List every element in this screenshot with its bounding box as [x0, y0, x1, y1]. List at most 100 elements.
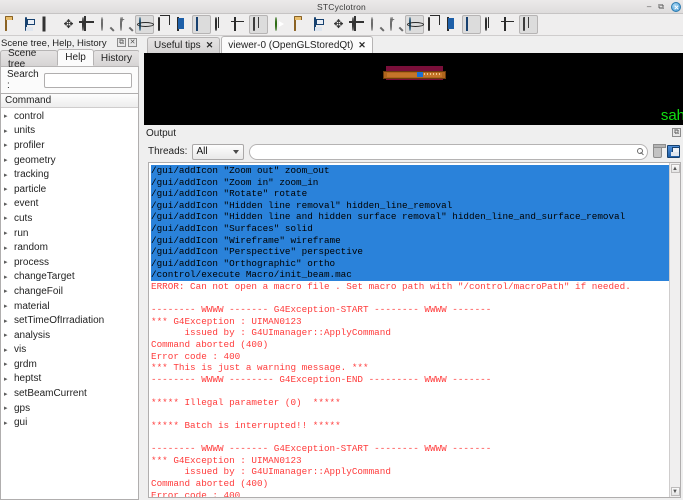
scroll-up-icon[interactable]: ▲ [670, 164, 680, 173]
tab-scene-tree[interactable]: Scene tree [0, 48, 59, 70]
output-filter-input[interactable] [249, 143, 648, 160]
command-tree-item[interactable]: ▸ event [1, 197, 138, 212]
close-icon[interactable]: ✕ [358, 40, 366, 51]
output-log-scrollbar[interactable]: ▲ ▼ [669, 163, 680, 497]
toolbar-run-button[interactable] [272, 15, 291, 34]
chevron-right-icon[interactable]: ▸ [4, 419, 14, 427]
toolbar-pick-button[interactable] [78, 15, 97, 34]
chevron-right-icon[interactable]: ▸ [4, 214, 14, 222]
chevron-right-icon[interactable]: ▸ [4, 317, 14, 325]
toolbar-settings-button[interactable] [40, 15, 59, 34]
chevron-right-icon[interactable]: ▸ [4, 302, 14, 310]
chevron-right-icon[interactable]: ▸ [4, 244, 14, 252]
chevron-right-icon[interactable]: ▸ [4, 346, 14, 354]
chevron-right-icon[interactable]: ▸ [4, 390, 14, 398]
minimize-button[interactable]: – [647, 3, 651, 11]
command-tree-item[interactable]: ▸ changeTarget [1, 270, 138, 285]
command-tree-item[interactable]: ▸ units [1, 124, 138, 139]
chevron-right-icon[interactable]: ▸ [4, 375, 14, 383]
toolbar-save-button[interactable] [21, 15, 40, 34]
toolbar-zoom-in-button[interactable]: + [116, 15, 135, 34]
close-button[interactable] [671, 2, 681, 12]
close-icon[interactable]: ✕ [206, 40, 214, 51]
command-tree-item-label: gps [14, 402, 31, 414]
search-icon[interactable] [637, 147, 643, 154]
toolbar-zoom-in-button-2[interactable]: + [386, 15, 405, 34]
command-tree-item[interactable]: ▸ setBeamCurrent [1, 386, 138, 401]
command-tree-item[interactable]: ▸ profiler [1, 138, 138, 153]
output-log[interactable]: /gui/addIcon "Zoom out" zoom_out/gui/add… [149, 163, 669, 497]
toolbar-wireframe-button[interactable] [154, 15, 173, 34]
save-icon[interactable] [667, 145, 680, 158]
chevron-right-icon[interactable]: ▸ [4, 185, 14, 193]
chevron-right-icon[interactable]: ▸ [4, 127, 14, 135]
toolbar-orthographic-button[interactable] [249, 15, 268, 34]
tab-help[interactable]: Help [57, 49, 94, 66]
toolbar-save-button-2[interactable] [310, 15, 329, 34]
toolbar-surfaces-button[interactable] [192, 15, 211, 34]
chevron-right-icon[interactable]: ▸ [4, 287, 14, 295]
chevron-right-icon[interactable]: ▸ [4, 171, 14, 179]
trash-icon[interactable] [652, 143, 666, 158]
toolbar-perspective-button[interactable] [230, 15, 249, 34]
toolbar-pick-button-2[interactable] [348, 15, 367, 34]
command-tree-item[interactable]: ▸ process [1, 255, 138, 270]
command-tree-item[interactable]: ▸ grdm [1, 357, 138, 372]
command-tree-item[interactable]: ▸ analysis [1, 328, 138, 343]
command-tree-item[interactable]: ▸ vis [1, 343, 138, 358]
toolbar-hidden-line-removal-button[interactable] [173, 15, 192, 34]
chevron-right-icon[interactable]: ▸ [4, 404, 14, 412]
command-tree-item[interactable]: ▸ particle [1, 182, 138, 197]
chevron-right-icon[interactable]: ▸ [4, 258, 14, 266]
tab-viewer-0-label: viewer-0 (OpenGLStoredQt) [228, 39, 354, 51]
toolbar-hidden-line-and-surface-removal-button[interactable] [211, 15, 230, 34]
toolbar-surfaces-button-2[interactable] [462, 15, 481, 34]
command-tree-item[interactable]: ▸ tracking [1, 167, 138, 182]
chevron-right-icon[interactable]: ▸ [4, 229, 14, 237]
command-tree-item[interactable]: ▸ geometry [1, 153, 138, 168]
command-tree-item[interactable]: ▸ changeFoil [1, 284, 138, 299]
chevron-right-icon[interactable]: ▸ [4, 331, 14, 339]
toolbar-move-button-2[interactable]: ✥ [329, 15, 348, 34]
toolbar-wireframe-button-2[interactable] [424, 15, 443, 34]
toolbar-hidden-line-and-surface-removal-button-2[interactable] [481, 15, 500, 34]
command-tree-item[interactable]: ▸ setTimeOfIrradiation [1, 313, 138, 328]
command-tree-list[interactable]: ▸ control ▸ units ▸ profiler ▸ geometry ▸ trackin… [1, 108, 138, 499]
command-tree-item[interactable]: ▸ cuts [1, 211, 138, 226]
command-tree-item[interactable]: ▸ run [1, 226, 138, 241]
chevron-right-icon[interactable]: ▸ [4, 200, 14, 208]
tab-history[interactable]: History [92, 50, 140, 66]
float-icon[interactable]: ⧉ [672, 128, 681, 137]
command-tree-item[interactable]: ▸ random [1, 240, 138, 255]
toolbar-hidden-line-removal-button-2[interactable] [443, 15, 462, 34]
chevron-right-icon[interactable]: ▸ [4, 360, 14, 368]
toolbar-rotate-button-2[interactable] [405, 15, 424, 34]
search-input[interactable] [43, 72, 132, 88]
command-tree-item[interactable]: ▸ gps [1, 401, 138, 416]
toolbar-perspective-button-2[interactable] [500, 15, 519, 34]
threads-select[interactable]: All [192, 143, 245, 160]
toolbar-zoom-out-button[interactable]: - [97, 15, 116, 34]
restore-button[interactable]: ⧉ [658, 3, 664, 11]
toolbar-orthographic-button-2[interactable] [519, 15, 538, 34]
chevron-right-icon[interactable]: ▸ [4, 112, 14, 120]
chevron-right-icon[interactable]: ▸ [4, 141, 14, 149]
toolbar-rotate-button[interactable] [135, 15, 154, 34]
chevron-right-icon[interactable]: ▸ [4, 156, 14, 164]
command-tree-item[interactable]: ▸ material [1, 299, 138, 314]
toolbar-open-folder-button-2[interactable] [291, 15, 310, 34]
rotate-icon [138, 16, 152, 32]
command-tree-item[interactable]: ▸ heptst [1, 372, 138, 387]
scroll-down-icon[interactable]: ▼ [670, 487, 680, 496]
tab-viewer-0[interactable]: viewer-0 (OpenGLStoredQt) ✕ [221, 36, 373, 53]
toolbar-open-folder-button[interactable] [2, 15, 21, 34]
tab-useful-tips[interactable]: Useful tips ✕ [147, 37, 221, 53]
command-tree-item[interactable]: ▸ control [1, 109, 138, 124]
opengl-viewer[interactable]: sah [144, 53, 683, 125]
toolbar-move-button[interactable]: ✥ [59, 15, 78, 34]
float-icon[interactable]: ⧉ [117, 38, 126, 47]
command-tree-item[interactable]: ▸ gui [1, 415, 138, 430]
toolbar-zoom-out-button-2[interactable]: - [367, 15, 386, 34]
close-icon[interactable]: ✕ [128, 38, 137, 47]
chevron-right-icon[interactable]: ▸ [4, 273, 14, 281]
